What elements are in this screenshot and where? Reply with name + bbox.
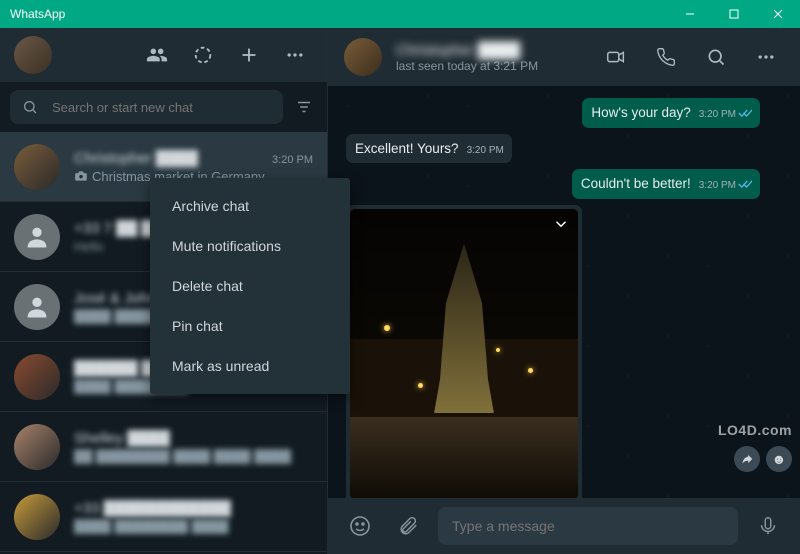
- search-row: [0, 82, 327, 132]
- message-input-wrapper[interactable]: [438, 507, 738, 545]
- conversation-header: Christopher ████ last seen today at 3:21…: [328, 28, 800, 86]
- user-avatar[interactable]: [14, 36, 52, 74]
- right-pane: Christopher ████ last seen today at 3:21…: [328, 28, 800, 554]
- chat-row[interactable]: Shelley ████ ██ ████████ ████ ████ ████: [0, 412, 327, 482]
- chat-context-menu: Archive chatMute notificationsDelete cha…: [150, 178, 350, 394]
- chat-more-icon[interactable]: [748, 39, 784, 75]
- message-actions: ☻: [734, 446, 792, 472]
- video-call-icon[interactable]: [598, 39, 634, 75]
- search-box[interactable]: [10, 90, 283, 124]
- context-menu-item[interactable]: Delete chat: [150, 266, 350, 306]
- message-time: 3:20 PM: [467, 144, 504, 157]
- chat-preview: ████ ████████ ████: [74, 519, 313, 534]
- chat-avatar: [14, 284, 60, 330]
- attach-icon[interactable]: [390, 508, 426, 544]
- mic-icon[interactable]: [750, 508, 786, 544]
- voice-call-icon[interactable]: [648, 39, 684, 75]
- search-icon: [22, 99, 38, 115]
- search-input[interactable]: [52, 100, 271, 115]
- window-title: WhatsApp: [10, 7, 65, 21]
- chat-name: José & John: [74, 290, 157, 307]
- message-text: How's your day?: [591, 104, 690, 122]
- window-maximize-button[interactable]: [712, 0, 756, 28]
- chat-preview: ██ ████████ ████ ████ ████: [74, 449, 313, 464]
- image-message[interactable]: Christmas market in Germany3:20 PM: [346, 205, 582, 498]
- message-input[interactable]: [452, 518, 724, 534]
- main-split: Christopher ████ 3:20 PM Christmas market …: [0, 28, 800, 554]
- chat-avatar: [14, 424, 60, 470]
- message-photo[interactable]: [350, 209, 578, 498]
- search-in-chat-icon[interactable]: [698, 39, 734, 75]
- message-text: Excellent! Yours?: [355, 140, 459, 158]
- left-pane: Christopher ████3:20 PMChristmas market …: [0, 28, 328, 554]
- react-icon[interactable]: ☻: [766, 446, 792, 472]
- forward-icon[interactable]: [734, 446, 760, 472]
- window-minimize-button[interactable]: [668, 0, 712, 28]
- context-menu-item[interactable]: Mark as unread: [150, 346, 350, 386]
- message-time: 3:20 PM: [699, 179, 752, 193]
- contact-status: last seen today at 3:21 PM: [396, 59, 584, 73]
- more-icon[interactable]: [277, 37, 313, 73]
- context-menu-item[interactable]: Archive chat: [150, 186, 350, 226]
- chat-row[interactable]: +33 ████████████ ████ ████████ ████: [0, 482, 327, 552]
- titlebar: WhatsApp: [0, 0, 800, 28]
- read-tick-icon: [738, 108, 752, 122]
- chevron-down-icon[interactable]: [552, 215, 570, 238]
- camera-icon: [74, 169, 88, 183]
- compose-bar: [328, 498, 800, 554]
- status-icon[interactable]: [185, 37, 221, 73]
- chat-name: Shelley ████: [74, 430, 170, 447]
- chat-avatar: [14, 214, 60, 260]
- chat-avatar: [14, 354, 60, 400]
- emoji-icon[interactable]: [342, 508, 378, 544]
- app-root: WhatsApp Christopher ██: [0, 0, 800, 554]
- message-time: 3:20 PM: [699, 108, 752, 122]
- messages-area: How's your day? 3:20 PM Excellent! Yours? 3…: [328, 86, 800, 498]
- new-group-icon[interactable]: [139, 37, 175, 73]
- read-tick-icon: [738, 179, 752, 193]
- contact-avatar[interactable]: [344, 38, 382, 76]
- outgoing-message[interactable]: Couldn't be better! 3:20 PM: [572, 169, 760, 199]
- context-menu-item[interactable]: Mute notifications: [150, 226, 350, 266]
- chat-name: Christopher ████: [74, 150, 198, 167]
- window-close-button[interactable]: [756, 0, 800, 28]
- filter-icon[interactable]: [291, 89, 317, 125]
- incoming-message[interactable]: Excellent! Yours? 3:20 PM: [346, 134, 512, 164]
- left-header: [0, 28, 327, 82]
- chat-avatar: [14, 494, 60, 540]
- new-chat-icon[interactable]: [231, 37, 267, 73]
- context-menu-item[interactable]: Pin chat: [150, 306, 350, 346]
- contact-name: Christopher ████: [396, 42, 584, 59]
- chat-name: +33 ████████████: [74, 500, 231, 517]
- chat-avatar: [14, 144, 60, 190]
- chat-time: 3:20 PM: [272, 154, 313, 166]
- message-text: Couldn't be better!: [581, 175, 691, 193]
- outgoing-message[interactable]: How's your day? 3:20 PM: [582, 98, 760, 128]
